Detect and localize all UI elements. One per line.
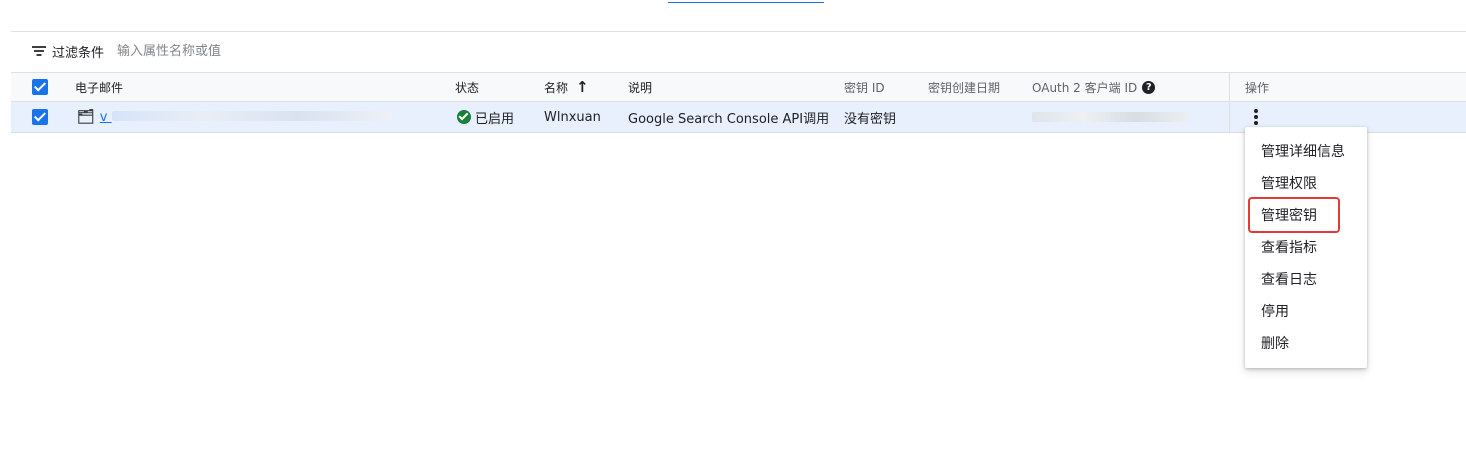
menu-item-manage-keys[interactable]: 管理密钥 xyxy=(1261,205,1317,225)
row-actions-cell xyxy=(1229,102,1258,132)
row-key-id: 没有密钥 xyxy=(844,111,897,127)
help-icon[interactable]: ? xyxy=(1142,80,1156,94)
header-oauth-label: OAuth 2 客户端 ID xyxy=(1032,80,1138,95)
header-key-created[interactable]: 密钥创建日期 xyxy=(928,73,1000,101)
header-name-label: 名称 xyxy=(544,80,569,95)
filter-bar: 过滤条件 xyxy=(31,40,318,62)
header-actions: 操作 xyxy=(1245,80,1270,95)
actions-menu: 管理详细信息 管理权限 管理密钥 查看指标 查看日志 停用 删除 xyxy=(1245,127,1367,368)
row-name: Wlnxuan xyxy=(544,109,601,125)
service-account-icon: 🗂 xyxy=(77,109,95,125)
filter-icon[interactable] xyxy=(31,45,47,57)
row-status: 已启用 xyxy=(475,111,515,127)
header-oauth-client-id[interactable]: OAuth 2 客户端 ID ? xyxy=(1032,73,1156,101)
row-email-cell: 🗂 v xyxy=(77,102,392,132)
top-link[interactable] xyxy=(668,0,824,3)
row-description: Google Search Console API调用 xyxy=(628,111,830,127)
divider xyxy=(11,31,1466,32)
menu-item-disable[interactable]: 停用 xyxy=(1261,301,1289,321)
redacted-oauth-client-id xyxy=(1032,112,1188,122)
row-email-link[interactable]: v xyxy=(100,110,392,125)
row-checkbox-cell xyxy=(32,102,48,132)
header-description[interactable]: 说明 xyxy=(628,73,652,101)
header-status[interactable]: 状态 xyxy=(455,73,479,101)
table-header: 电子邮件 状态 名称 ↑ 说明 密钥 ID 密钥创建日期 OAuth 2 客户端… xyxy=(11,72,1466,102)
row-email-prefix: v xyxy=(99,109,108,125)
row-oauth-client-id-cell xyxy=(1032,102,1188,132)
check-circle-icon xyxy=(457,110,471,124)
sort-ascending-icon: ↑ xyxy=(576,78,589,96)
redacted-email xyxy=(111,110,392,121)
header-email[interactable]: 电子邮件 xyxy=(75,73,123,101)
filter-label: 过滤条件 xyxy=(52,45,105,61)
select-all-checkbox-cell xyxy=(32,73,48,101)
header-name[interactable]: 名称 ↑ xyxy=(544,73,589,101)
more-vert-icon[interactable] xyxy=(1254,109,1258,125)
row-checkbox[interactable] xyxy=(32,109,48,125)
menu-item-view-metrics[interactable]: 查看指标 xyxy=(1261,237,1317,257)
row-status-cell: 已启用 xyxy=(457,102,514,132)
actions-header-cell: 操作 xyxy=(1229,73,1269,101)
menu-item-manage-details[interactable]: 管理详细信息 xyxy=(1261,141,1345,161)
menu-item-view-logs[interactable]: 查看日志 xyxy=(1261,269,1317,289)
header-key-id[interactable]: 密钥 ID xyxy=(844,73,885,101)
filter-input[interactable] xyxy=(117,43,318,59)
select-all-checkbox[interactable] xyxy=(32,79,48,95)
menu-item-delete[interactable]: 删除 xyxy=(1261,333,1289,353)
menu-item-manage-permissions[interactable]: 管理权限 xyxy=(1261,173,1317,193)
